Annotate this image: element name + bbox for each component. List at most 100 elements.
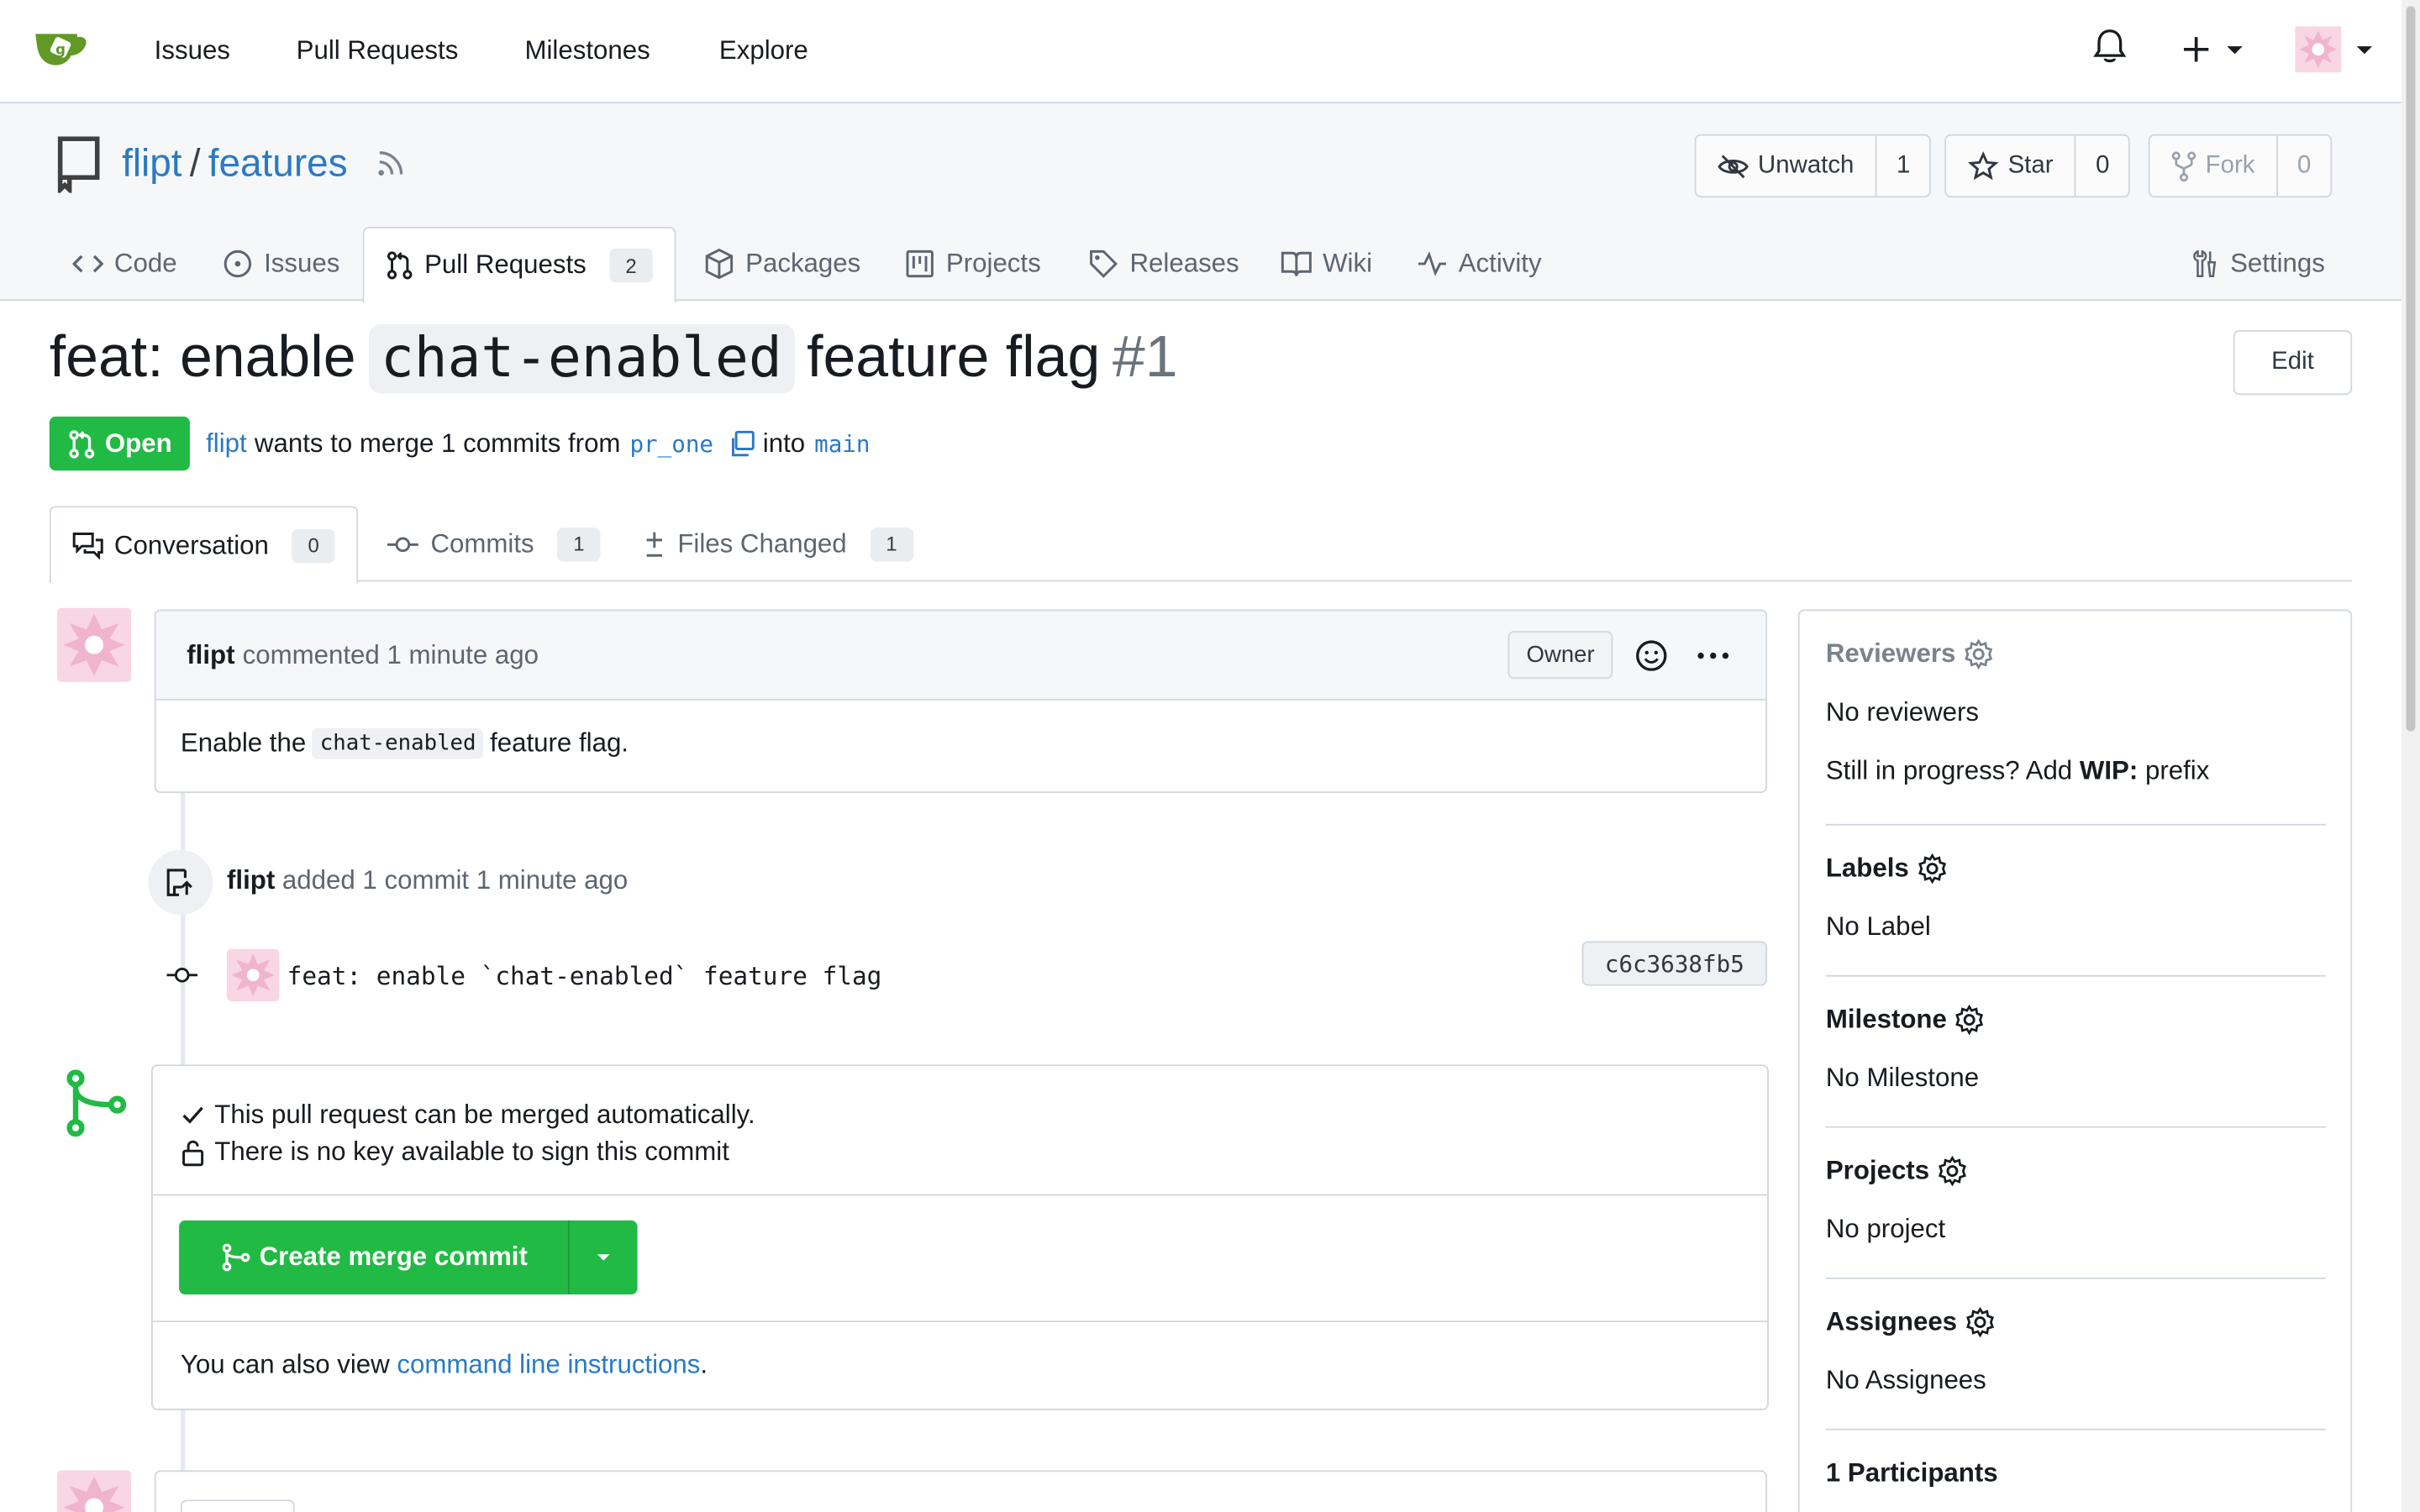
more-options-icon[interactable]	[1697, 649, 1730, 662]
user-menu[interactable]	[2295, 26, 2375, 73]
create-merge-commit-button[interactable]: Create merge commit	[179, 1220, 570, 1295]
create-new-dropdown[interactable]	[2181, 34, 2245, 65]
assignees-section: Assignees No Assignees	[1825, 1307, 2326, 1431]
comment-body-suffix: feature flag.	[490, 727, 629, 758]
svg-text:g: g	[55, 41, 66, 57]
tab-releases[interactable]: Releases	[1088, 227, 1239, 301]
comment-editor-box	[154, 1470, 1768, 1512]
repo-separator: /	[189, 141, 201, 185]
reviewers-label: Reviewers	[1825, 638, 1956, 669]
fork-button[interactable]: Fork	[2150, 135, 2279, 197]
tab-code[interactable]: Code	[72, 227, 177, 301]
repo-name-link[interactable]: features	[208, 141, 348, 186]
tab-packages[interactable]: Packages	[704, 227, 860, 301]
projects-title[interactable]: Projects	[1826, 1156, 2326, 1187]
labels-title[interactable]: Labels	[1826, 853, 2326, 885]
status-label: Open	[104, 428, 172, 458]
pr-title-suffix: feature flag	[807, 325, 1101, 391]
package-icon	[705, 248, 734, 280]
edit-title-button[interactable]: Edit	[2233, 330, 2353, 396]
labels-section: Labels No Label	[1825, 853, 2326, 977]
reviewers-section: Reviewers No reviewers Still in progress…	[1825, 638, 2326, 826]
tab-issues[interactable]: Issues	[222, 227, 339, 301]
event-author-link[interactable]: flipt	[227, 865, 275, 895]
pull-request-icon	[387, 251, 413, 280]
milestone-title[interactable]: Milestone	[1826, 1005, 2326, 1036]
tag-icon	[1090, 249, 1118, 278]
caret-down-icon	[2356, 46, 2373, 55]
star-button[interactable]: Star	[1946, 135, 2077, 197]
gear-icon	[1939, 1155, 1967, 1187]
tab-projects-label: Projects	[945, 248, 1041, 278]
assignees-title[interactable]: Assignees	[1826, 1307, 2326, 1338]
commit-icon	[166, 967, 198, 983]
tab-releases-label: Releases	[1129, 248, 1239, 278]
watch-count[interactable]: 1	[1877, 136, 1929, 197]
tab-commits[interactable]: Commits 1	[386, 506, 601, 581]
fork-count[interactable]: 0	[2278, 136, 2330, 197]
head-branch-link[interactable]: pr_one	[629, 430, 713, 458]
cli-instructions-section: You can also view command line instructi…	[153, 1322, 1767, 1409]
book-icon	[1281, 251, 1312, 276]
caret-down-icon	[2227, 46, 2243, 55]
nav-pull-requests[interactable]: Pull Requests	[297, 35, 459, 66]
into-text: into	[762, 428, 806, 458]
event-meta: added 1 commit 1 minute ago	[281, 865, 629, 895]
check-icon	[182, 1106, 203, 1124]
eye-slash-icon	[1718, 154, 1749, 178]
issue-icon	[224, 249, 252, 278]
repo-owner-link[interactable]: flipt	[122, 141, 182, 186]
merge-style-dropdown[interactable]	[569, 1221, 637, 1294]
pull-request-icon	[69, 429, 95, 458]
status-badge: Open	[49, 416, 191, 471]
repo-title: flipt / features	[54, 134, 406, 193]
participants-title: 1 Participants	[1825, 1457, 1998, 1488]
star-label: Star	[2007, 151, 2054, 179]
pr-title-code: chat-enabled	[368, 323, 795, 394]
unwatch-button[interactable]: Unwatch	[1697, 135, 1877, 197]
comment-author-link[interactable]: flipt	[187, 639, 234, 670]
commit-message-link[interactable]: feat: enable `chat-enabled` feature flag	[287, 960, 882, 990]
pr-author-link[interactable]: flipt	[206, 428, 247, 459]
gear-icon	[1965, 638, 1993, 670]
pr-title-prefix: feat: enable	[49, 325, 356, 391]
avatar[interactable]	[56, 607, 132, 682]
commit-sha-button[interactable]: c6c3638fb5	[1581, 941, 1768, 986]
nav-issues[interactable]: Issues	[155, 35, 230, 66]
tab-pull-requests[interactable]: Pull Requests 2	[362, 226, 676, 302]
plus-icon	[2183, 37, 2209, 62]
tab-activity[interactable]: Activity	[1417, 227, 1542, 301]
page-scrollbar[interactable]	[2401, 0, 2420, 1512]
gitea-logo[interactable]: g	[31, 24, 90, 67]
watch-button-group: Unwatch 1	[1694, 134, 1932, 198]
pulse-icon	[1418, 251, 1447, 276]
wip-bold: WIP:	[2079, 755, 2139, 785]
tab-conversation[interactable]: Conversation 0	[49, 506, 359, 584]
base-branch-link[interactable]: main	[814, 430, 870, 458]
notifications-icon[interactable]	[2093, 28, 2127, 65]
repo-tabs: Code Issues Pull Requests 2 Packages Pro…	[0, 226, 2402, 302]
avatar[interactable]	[56, 1470, 132, 1512]
star-count[interactable]: 0	[2076, 136, 2128, 197]
fork-label: Fork	[2205, 151, 2255, 179]
merge-description: wants to merge 1 commits from	[254, 428, 621, 458]
labels-label: Labels	[1825, 853, 1909, 883]
scrollbar-thumb[interactable]	[2406, 6, 2416, 732]
tab-files-changed[interactable]: Files Changed 1	[642, 506, 913, 581]
assignees-label: Assignees	[1825, 1306, 1958, 1336]
fork-icon	[2171, 150, 2196, 181]
tab-projects[interactable]: Projects	[904, 227, 1041, 301]
tab-code-label: Code	[113, 248, 177, 278]
merge-status-line: This pull request can be merged automati…	[181, 1097, 1739, 1134]
milestone-label: Milestone	[1825, 1004, 1947, 1034]
sign-status-text: There is no key available to sign this c…	[214, 1137, 729, 1167]
editor-tab[interactable]	[180, 1499, 295, 1512]
cli-instructions-link[interactable]: command line instructions	[397, 1350, 700, 1379]
nav-milestones[interactable]: Milestones	[524, 35, 650, 66]
tab-wiki[interactable]: Wiki	[1281, 227, 1372, 301]
nav-explore[interactable]: Explore	[719, 35, 808, 66]
smiley-icon[interactable]	[1634, 638, 1668, 672]
reviewers-title[interactable]: Reviewers	[1825, 638, 2326, 670]
tab-settings[interactable]: Settings	[2191, 227, 2325, 301]
projects-value: No project	[1825, 1214, 1946, 1244]
